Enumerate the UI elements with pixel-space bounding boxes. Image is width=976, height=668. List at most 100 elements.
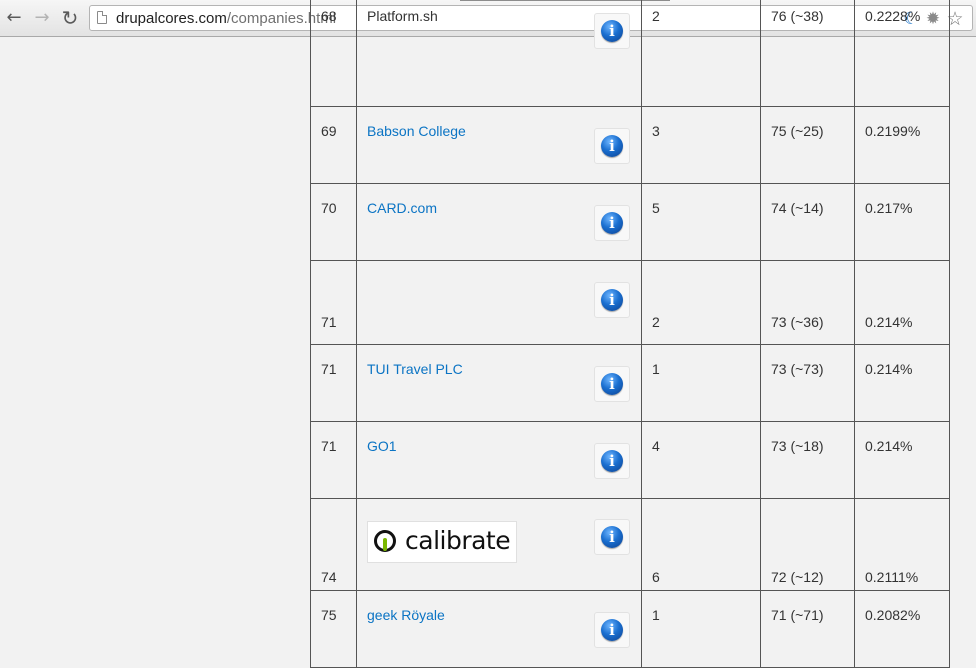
commits-cell: 73 (~18) [761, 422, 855, 498]
percent-value: 0.214% [865, 361, 913, 377]
commits-value: 71 (~71) [771, 607, 824, 623]
info-button[interactable]: i [594, 366, 630, 402]
percent-cell: 0.214% [855, 422, 950, 498]
url-host: drupalcores.com [116, 10, 227, 27]
table-row: 68 Platform.sh i 2 76 (~38) 0.2228% [310, 0, 950, 107]
contributors-cell: 4 [642, 422, 761, 498]
rank-value: 71 [321, 314, 337, 330]
commits-cell: 74 (~14) [761, 184, 855, 260]
calibrate-logo-icon [374, 530, 396, 552]
info-icon: i [601, 20, 623, 42]
forward-button[interactable]: → [32, 8, 52, 28]
rank-cell: 71 [310, 261, 357, 344]
contributors-cell: 5 [642, 184, 761, 260]
info-icon: i [601, 450, 623, 472]
rank-cell: 68 [310, 0, 357, 106]
commits-cell: 72 (~12) [761, 499, 855, 590]
info-icon: i [601, 135, 623, 157]
url-text[interactable]: drupalcores.com/companies.html [116, 10, 336, 27]
commits-cell: 76 (~38) [761, 0, 855, 106]
info-icon: i [601, 373, 623, 395]
company-cell: calibrate i [357, 499, 642, 590]
info-button[interactable]: i [594, 128, 630, 164]
table-row: 75 geek Röyale i 1 71 (~71) 0.2082% [310, 591, 950, 668]
logo-text: calibrate [405, 526, 511, 555]
info-icon: i [601, 289, 623, 311]
contributors-value: 2 [652, 8, 660, 24]
table-row: 70 CARD.com i 5 74 (~14) 0.217% [310, 184, 950, 261]
commits-value: 72 (~12) [771, 569, 824, 585]
reload-button[interactable]: ↻ [60, 8, 80, 28]
contributors-cell: 1 [642, 345, 761, 421]
percent-value: 0.2111% [865, 569, 919, 585]
info-button[interactable]: i [594, 282, 630, 318]
contributors-value: 1 [652, 361, 660, 377]
company-cell: i [357, 261, 642, 344]
company-name[interactable]: TUI Travel PLC [367, 361, 463, 377]
contributors-value: 3 [652, 123, 660, 139]
percent-cell: 0.217% [855, 184, 950, 260]
company-cell: CARD.com i [357, 184, 642, 260]
contributors-value: 1 [652, 607, 660, 623]
percent-value: 0.2082% [865, 607, 921, 623]
contributors-value: 5 [652, 200, 660, 216]
info-button[interactable]: i [594, 519, 630, 555]
company-name: Platform.sh [367, 8, 438, 24]
percent-value: 0.214% [865, 438, 913, 454]
table-row: 71 GO1 i 4 73 (~18) 0.214% [310, 422, 950, 499]
contributors-value: 4 [652, 438, 660, 454]
commits-value: 76 (~38) [771, 8, 824, 24]
commits-cell: 73 (~36) [761, 261, 855, 344]
percent-cell: 0.2199% [855, 107, 950, 183]
percent-cell: 0.214% [855, 261, 950, 344]
rank-value: 75 [321, 607, 337, 623]
info-icon: i [601, 526, 623, 548]
company-name[interactable]: geek Röyale [367, 607, 445, 623]
info-icon: i [601, 619, 623, 641]
company-cell: Babson College i [357, 107, 642, 183]
rank-cell: 74 [310, 499, 357, 590]
company-logo[interactable]: calibrate [367, 521, 517, 563]
rank-value: 71 [321, 438, 337, 454]
percent-value: 0.2228% [865, 8, 921, 24]
commits-value: 73 (~18) [771, 438, 824, 454]
table-row: 71 TUI Travel PLC i 1 73 (~73) 0.214% [310, 345, 950, 422]
page-icon [97, 11, 107, 24]
rank-value: 68 [321, 8, 337, 24]
commits-cell: 73 (~73) [761, 345, 855, 421]
rank-value: 74 [321, 569, 337, 585]
contributors-cell: 6 [642, 499, 761, 590]
percent-cell: 0.2228% [855, 0, 950, 106]
percent-cell: 0.2111% [855, 499, 950, 590]
contributors-value: 6 [652, 569, 660, 585]
rank-value: 69 [321, 123, 337, 139]
rank-value: 70 [321, 200, 337, 216]
info-button[interactable]: i [594, 443, 630, 479]
contributors-cell: 2 [642, 261, 761, 344]
back-button[interactable]: ← [4, 8, 24, 28]
company-name[interactable]: GO1 [367, 438, 397, 454]
commits-value: 74 (~14) [771, 200, 824, 216]
company-name[interactable]: CARD.com [367, 200, 437, 216]
percent-value: 0.217% [865, 200, 913, 216]
commits-cell: 75 (~25) [761, 107, 855, 183]
company-name[interactable]: Babson College [367, 123, 466, 139]
rank-value: 71 [321, 361, 337, 377]
table-row: 69 Babson College i 3 75 (~25) 0.2199% [310, 107, 950, 184]
rank-cell: 71 [310, 345, 357, 421]
info-button[interactable]: i [594, 205, 630, 241]
info-button[interactable]: i [594, 612, 630, 648]
table-row: 74 calibrate i 6 72 (~12) 0.2111% [310, 499, 950, 591]
table-row: 71 i 2 73 (~36) 0.214% [310, 261, 950, 345]
info-icon: i [601, 212, 623, 234]
company-cell: Platform.sh i [357, 0, 642, 106]
commits-value: 73 (~73) [771, 361, 824, 377]
commits-value: 75 (~25) [771, 123, 824, 139]
rank-cell: 70 [310, 184, 357, 260]
company-cell: GO1 i [357, 422, 642, 498]
contributors-cell: 3 [642, 107, 761, 183]
rank-cell: 71 [310, 422, 357, 498]
commits-value: 73 (~36) [771, 314, 824, 330]
percent-value: 0.2199% [865, 123, 921, 139]
info-button[interactable]: i [594, 13, 630, 49]
